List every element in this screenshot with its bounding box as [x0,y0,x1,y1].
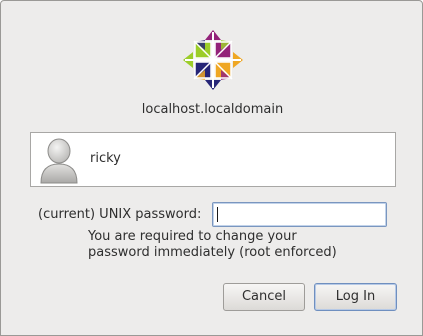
username-label: ricky [90,151,121,166]
hostname-label: localhost.localdomain [141,102,284,117]
login-dialog: localhost.localdomain ricky (current) UN… [0,0,423,336]
message-line-1: You are required to change your [88,229,297,244]
centos-logo-icon [181,28,245,92]
text-cursor [217,207,218,222]
password-change-message: You are required to change your password… [88,229,388,261]
cancel-button[interactable]: Cancel [223,283,305,311]
user-avatar-icon [38,136,80,184]
message-line-2: password immediately (root enforced) [88,245,337,260]
user-list-item[interactable]: ricky [30,132,396,187]
login-button[interactable]: Log In [314,283,397,311]
password-field[interactable] [212,202,387,227]
password-label: (current) UNIX password: [38,207,202,222]
